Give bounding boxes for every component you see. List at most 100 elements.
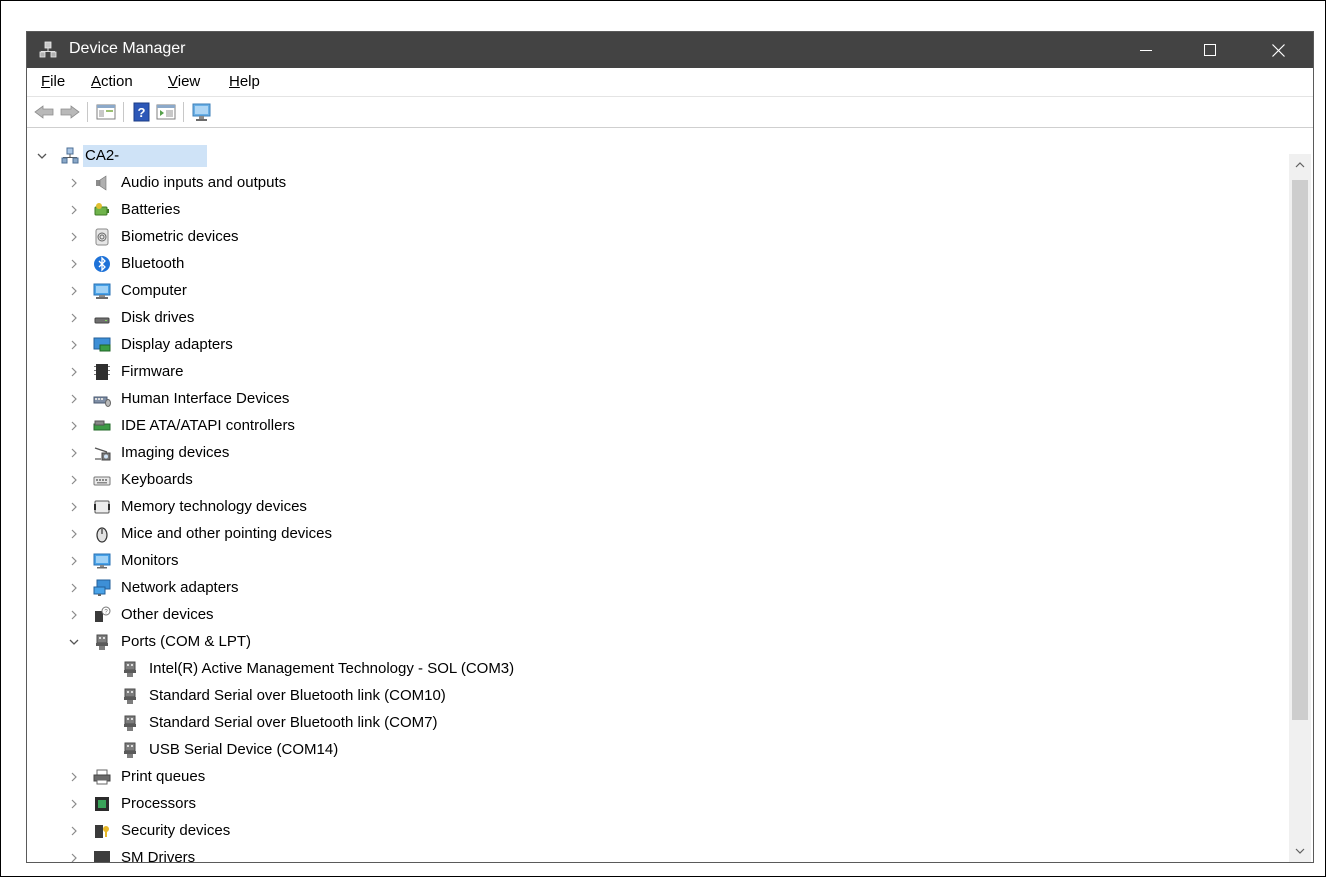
tree-category-row[interactable]: Monitors — [27, 547, 1287, 574]
tree-category-label: Human Interface Devices — [121, 390, 290, 407]
chevron-down-icon[interactable] — [67, 635, 81, 649]
tree-category-row[interactable]: Disk drives — [27, 304, 1287, 331]
chevron-right-icon[interactable] — [67, 365, 81, 379]
chevron-right-icon[interactable] — [67, 581, 81, 595]
chevron-down-icon — [1295, 848, 1305, 854]
tree-device-row[interactable]: Intel(R) Active Management Technology - … — [27, 655, 1287, 682]
menu-action-accel: A — [91, 73, 102, 90]
tree-category-label: Audio inputs and outputs — [121, 174, 287, 191]
display-adapter-icon — [93, 337, 111, 352]
tree-category-row[interactable]: Computer — [27, 277, 1287, 304]
tree-category-row[interactable]: Audio inputs and outputs — [27, 169, 1287, 196]
tree-category-row[interactable]: Keyboards — [27, 466, 1287, 493]
processor-icon — [95, 797, 109, 811]
chevron-right-icon[interactable] — [67, 230, 81, 244]
chevron-right-icon[interactable] — [67, 500, 81, 514]
chevron-right-icon[interactable] — [67, 284, 81, 298]
port-icon — [96, 634, 108, 650]
tree-category-row[interactable]: Human Interface Devices — [27, 385, 1287, 412]
menu-view[interactable]: View — [168, 73, 200, 90]
chevron-right-icon[interactable] — [67, 608, 81, 622]
tree-category-row[interactable]: Network adapters — [27, 574, 1287, 601]
tree-device-row[interactable]: Standard Serial over Bluetooth link (COM… — [27, 682, 1287, 709]
chevron-right-icon[interactable] — [67, 797, 81, 811]
tree-category-label: Monitors — [121, 552, 179, 569]
port-icon — [124, 688, 136, 704]
tree-category-row[interactable]: Mice and other pointing devices — [27, 520, 1287, 547]
chevron-right-icon[interactable] — [67, 419, 81, 433]
scrollbar-thumb[interactable] — [1292, 180, 1308, 720]
tree-category-label: Display adapters — [121, 336, 233, 353]
tree-device-row[interactable]: USB Serial Device (COM14) — [27, 736, 1287, 763]
scroll-down-button[interactable] — [1289, 840, 1311, 862]
tree-category-row[interactable]: IDE ATA/ATAPI controllers — [27, 412, 1287, 439]
forward-arrow-icon[interactable] — [59, 102, 81, 122]
minimize-icon — [1140, 50, 1152, 51]
computer-icon — [93, 283, 111, 299]
tree-category-row[interactable]: Bluetooth — [27, 250, 1287, 277]
chevron-right-icon[interactable] — [67, 851, 81, 863]
battery-icon — [94, 203, 109, 216]
chevron-right-icon[interactable] — [67, 392, 81, 406]
chevron-right-icon[interactable] — [67, 338, 81, 352]
tree-category-label: Other devices — [121, 606, 214, 623]
sm-driver-icon — [94, 851, 110, 862]
tree-category-row[interactable]: Batteries — [27, 196, 1287, 223]
chevron-right-icon[interactable] — [67, 770, 81, 784]
menu-file[interactable]: File — [41, 73, 65, 90]
port-icon — [124, 661, 136, 677]
tree-category-row[interactable]: Security devices — [27, 817, 1287, 844]
properties-icon[interactable] — [155, 102, 177, 122]
tree-category-row[interactable]: Biometric devices — [27, 223, 1287, 250]
chevron-right-icon[interactable] — [67, 176, 81, 190]
menu-help-accel: H — [229, 73, 240, 90]
menu-help[interactable]: Help — [229, 73, 260, 90]
vertical-scrollbar[interactable] — [1289, 154, 1311, 862]
tree-category-row[interactable]: Processors — [27, 790, 1287, 817]
tree-category-row[interactable]: Firmware — [27, 358, 1287, 385]
tree-device-label: USB Serial Device (COM14) — [149, 741, 339, 758]
port-icon — [124, 742, 136, 758]
minimize-button[interactable] — [1123, 32, 1169, 68]
port-icon — [124, 715, 136, 731]
maximize-button[interactable] — [1187, 32, 1233, 68]
mouse-icon — [96, 527, 108, 543]
menu-action[interactable]: Action — [91, 73, 133, 90]
chevron-right-icon[interactable] — [67, 554, 81, 568]
tree-category-row[interactable]: Imaging devices — [27, 439, 1287, 466]
tree-device-label: Intel(R) Active Management Technology - … — [149, 660, 515, 677]
tree-category-row[interactable]: Display adapters — [27, 331, 1287, 358]
tree-category-label: Bluetooth — [121, 255, 185, 272]
chevron-right-icon[interactable] — [67, 203, 81, 217]
close-button[interactable] — [1255, 32, 1301, 68]
chevron-right-icon[interactable] — [67, 527, 81, 541]
tree-category-label: IDE ATA/ATAPI controllers — [121, 417, 295, 434]
speaker-icon — [96, 175, 107, 191]
chevron-right-icon[interactable] — [67, 446, 81, 460]
window-title: Device Manager — [69, 40, 186, 57]
tree-root-row[interactable]: CA2- — [27, 142, 1287, 169]
camera-icon — [94, 447, 111, 461]
toolbar-separator — [183, 102, 184, 122]
scan-hardware-changes-icon[interactable] — [191, 102, 213, 122]
tree-category-row[interactable]: Print queues — [27, 763, 1287, 790]
tree-category-row[interactable]: ? Other devices — [27, 601, 1287, 628]
help-icon[interactable]: ? — [131, 102, 153, 122]
chevron-right-icon[interactable] — [67, 824, 81, 838]
chevron-right-icon[interactable] — [67, 473, 81, 487]
scroll-up-button[interactable] — [1289, 154, 1311, 176]
tree-category-label: Imaging devices — [121, 444, 230, 461]
tree-device-row[interactable]: Standard Serial over Bluetooth link (COM… — [27, 709, 1287, 736]
tree-category-row[interactable]: Memory technology devices — [27, 493, 1287, 520]
chevron-right-icon[interactable] — [67, 257, 81, 271]
chevron-down-icon[interactable] — [35, 149, 49, 163]
back-arrow-icon[interactable] — [33, 102, 55, 122]
hid-icon — [93, 396, 111, 407]
tree-category-row[interactable]: Ports (COM & LPT) — [27, 628, 1287, 655]
tree-category-row[interactable]: SM Drivers — [27, 844, 1287, 863]
show-hide-console-tree-icon[interactable] — [95, 102, 117, 122]
tree-category-label: Ports (COM & LPT) — [121, 633, 252, 650]
chevron-right-icon[interactable] — [67, 311, 81, 325]
tree-category-label: Biometric devices — [121, 228, 239, 245]
title-bar[interactable]: Device Manager — [27, 32, 1313, 68]
